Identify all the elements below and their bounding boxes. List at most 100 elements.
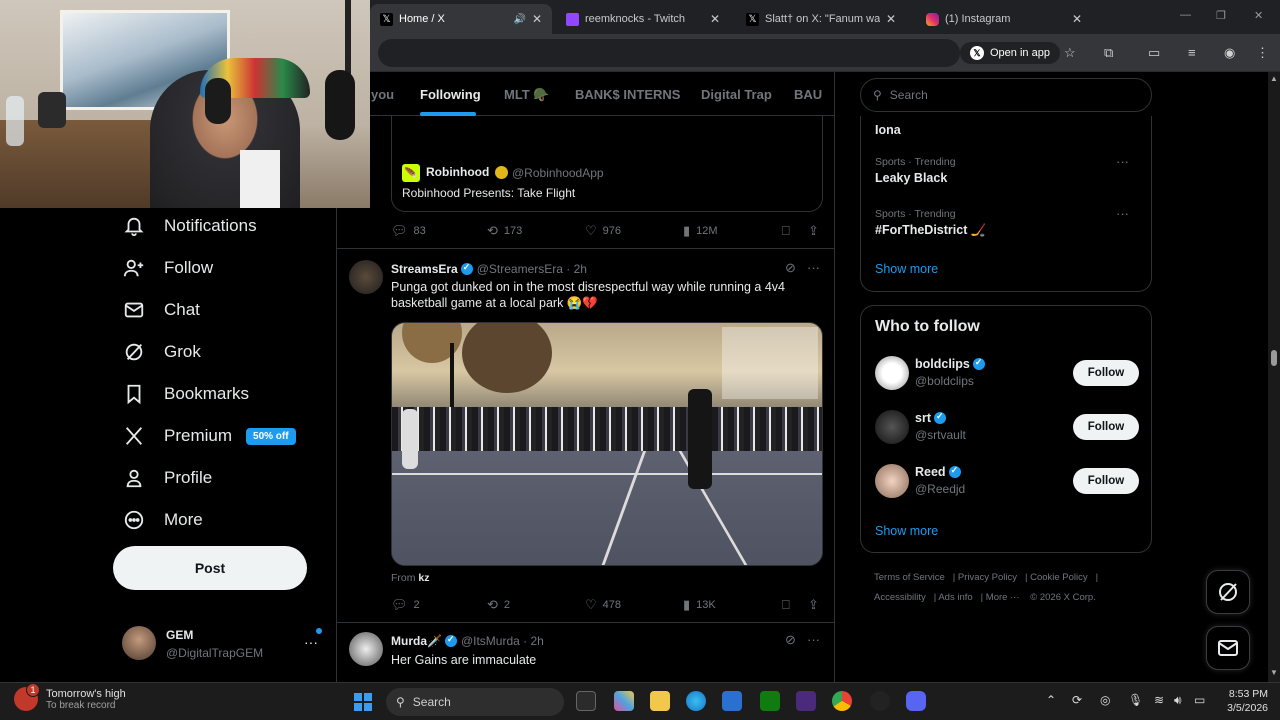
scroll-thumb[interactable] <box>1271 350 1277 366</box>
speaker-icon[interactable]: 🔊 <box>513 14 525 25</box>
tab-digital-trap[interactable]: Digital Trap <box>701 87 772 102</box>
tweet-author[interactable]: StreamsEra @StreamersEra · 2h <box>391 262 587 276</box>
trend-item[interactable]: Sports · Trending Leaky Black ··· <box>875 154 1135 185</box>
share-button[interactable]: ⇪ <box>808 223 819 239</box>
page-scrollbar[interactable]: ▲ ▼ <box>1268 72 1280 682</box>
xbox-icon[interactable] <box>760 691 780 711</box>
clock[interactable]: 8:53 PM 3/5/2026 <box>1218 687 1268 715</box>
more-dots-icon[interactable]: ··· <box>1116 206 1129 221</box>
sidebar-item-profile[interactable]: Profile <box>122 458 212 498</box>
grok-fab-button[interactable] <box>1206 570 1250 614</box>
tab-bau[interactable]: BAU <box>794 87 822 102</box>
close-icon[interactable]: ✕ <box>1072 12 1082 26</box>
grok-icon[interactable]: ⊘ <box>785 632 796 648</box>
share-button[interactable]: ⇪ <box>808 597 819 613</box>
show-more-link[interactable]: Show more <box>875 524 938 538</box>
weather-widget[interactable]: 1 Tomorrow's high To break record <box>14 683 126 711</box>
tab-for-you[interactable]: you <box>371 87 394 102</box>
store-icon[interactable] <box>722 691 742 711</box>
suggested-user[interactable]: boldclips @boldclips Follow <box>875 356 1141 396</box>
trend-item[interactable]: Iona <box>875 120 1135 137</box>
app-icon[interactable] <box>796 691 816 711</box>
tweet-video[interactable] <box>391 322 823 566</box>
extensions-icon[interactable]: ⧉ <box>1104 45 1113 61</box>
tab-twitch[interactable]: reemknocks - Twitch ✕ <box>556 4 730 34</box>
edge-icon[interactable] <box>686 691 706 711</box>
follow-button[interactable]: Follow <box>1073 468 1139 494</box>
repost-button[interactable]: ⟲ 2 <box>487 597 510 613</box>
microphone-icon[interactable]: 🎙︎ <box>1128 693 1143 707</box>
sidebar-icon[interactable]: ▭ <box>1148 45 1160 61</box>
trend-item[interactable]: Sports · Trending #ForTheDistrict 🏒 ··· <box>875 206 1135 238</box>
task-view-icon[interactable] <box>576 691 596 711</box>
suggested-user[interactable]: Reed @Reedjd Follow <box>875 464 1141 504</box>
from-user[interactable]: kz <box>418 572 429 584</box>
file-explorer-icon[interactable] <box>650 691 670 711</box>
like-button[interactable]: ♡ 976 <box>585 223 621 239</box>
sidebar-item-chat[interactable]: Chat <box>122 290 200 330</box>
more-dots-icon[interactable]: ··· <box>1116 154 1129 169</box>
footer-link-cookies[interactable]: Cookie Policy <box>1030 572 1088 583</box>
footer-link-accessibility[interactable]: Accessibility <box>874 592 926 603</box>
tweet-murda[interactable]: Murda🗡️ @ItsMurda · 2h ⊘ ··· Her Gains ar… <box>337 622 834 682</box>
more-dots-icon[interactable]: ··· <box>807 632 820 647</box>
app-icon[interactable] <box>870 691 890 711</box>
star-icon[interactable]: ☆ <box>1064 45 1076 61</box>
close-icon[interactable]: ✕ <box>532 12 542 26</box>
show-more-link[interactable]: Show more <box>875 262 938 276</box>
tab-home-x[interactable]: 𝕏 Home / X 🔊 ✕ <box>370 4 552 34</box>
copilot-icon[interactable] <box>614 691 634 711</box>
open-in-app-button[interactable]: 𝕏 Open in app <box>960 42 1060 64</box>
wifi-icon[interactable]: ≋ <box>1154 693 1164 707</box>
views-button[interactable]: ▮ 12M <box>683 223 718 239</box>
post-button[interactable]: Post <box>113 546 307 590</box>
messages-fab-button[interactable] <box>1206 626 1250 670</box>
footer-link-terms[interactable]: Terms of Service <box>874 572 945 583</box>
address-bar[interactable] <box>378 39 960 67</box>
sidebar-item-more[interactable]: More <box>122 500 203 540</box>
search-input[interactable]: ⚲ Search <box>860 78 1152 112</box>
chevron-up-icon[interactable]: ⌃ <box>1046 693 1056 707</box>
follow-button[interactable]: Follow <box>1073 360 1139 386</box>
tray-app-icon[interactable]: ⟳ <box>1072 693 1082 707</box>
taskbar-search[interactable]: ⚲ Search <box>386 688 564 716</box>
chrome-icon[interactable] <box>832 691 852 711</box>
sidebar-item-notifications[interactable]: Notifications <box>122 206 257 246</box>
sidebar-item-grok[interactable]: Grok <box>122 332 201 372</box>
tweet-author[interactable]: Murda🗡️ @ItsMurda · 2h <box>391 634 544 648</box>
close-icon[interactable]: ✕ <box>886 12 896 26</box>
repost-button[interactable]: ⟲ 173 <box>487 223 522 239</box>
maximize-button[interactable]: ❐ <box>1216 9 1226 22</box>
close-icon[interactable]: ✕ <box>710 12 720 26</box>
sidebar-item-follow[interactable]: Follow <box>122 248 213 288</box>
more-dots-icon[interactable]: ··· <box>304 634 318 650</box>
bookmark-button[interactable]: ⎕ <box>782 223 790 239</box>
tab-instagram[interactable]: (1) Instagram ✕ <box>916 4 1092 34</box>
scroll-down-arrow-icon[interactable]: ▼ <box>1270 668 1278 677</box>
bookmark-button[interactable]: ⎕ <box>782 597 790 613</box>
tab-slatt-x[interactable]: 𝕏 Slatt† on X: "Fanum was be ✕ <box>736 4 906 34</box>
discord-icon[interactable] <box>906 691 926 711</box>
reply-button[interactable]: 💬︎ 83 <box>391 223 426 239</box>
media-control-icon[interactable]: ≡ <box>1188 45 1196 60</box>
like-button[interactable]: ♡ 478 <box>585 597 621 613</box>
more-dots-icon[interactable]: ··· <box>807 260 820 275</box>
reply-button[interactable]: 💬︎ 2 <box>391 597 420 613</box>
close-window-button[interactable]: ✕ <box>1254 9 1263 22</box>
footer-link-privacy[interactable]: Privacy Policy <box>958 572 1017 583</box>
tab-bank-interns[interactable]: BANK$ INTERNS <box>575 87 680 102</box>
tray-app-icon[interactable]: ◎ <box>1100 693 1110 707</box>
speaker-icon[interactable]: 🔊︎ <box>1174 693 1182 708</box>
suggested-user[interactable]: srt @srtvault Follow <box>875 410 1141 450</box>
battery-icon[interactable]: ▭ <box>1194 693 1205 707</box>
sidebar-item-bookmarks[interactable]: Bookmarks <box>122 374 249 414</box>
tab-mlt[interactable]: MLT 🪖 <box>504 87 550 103</box>
views-button[interactable]: ▮ 13K <box>683 597 716 613</box>
tab-following[interactable]: Following <box>420 87 481 102</box>
profile-icon[interactable]: ◉ <box>1224 45 1235 61</box>
sidebar-item-premium[interactable]: Premium 50% off <box>122 416 296 456</box>
scroll-up-arrow-icon[interactable]: ▲ <box>1270 74 1278 83</box>
quoted-post[interactable]: 🪶 Robinhood @RobinhoodApp Robinhood Pres… <box>391 116 823 212</box>
minimize-button[interactable]: — <box>1180 9 1191 21</box>
account-switcher[interactable]: GEM @DigitalTrapGEM ··· <box>122 626 332 666</box>
